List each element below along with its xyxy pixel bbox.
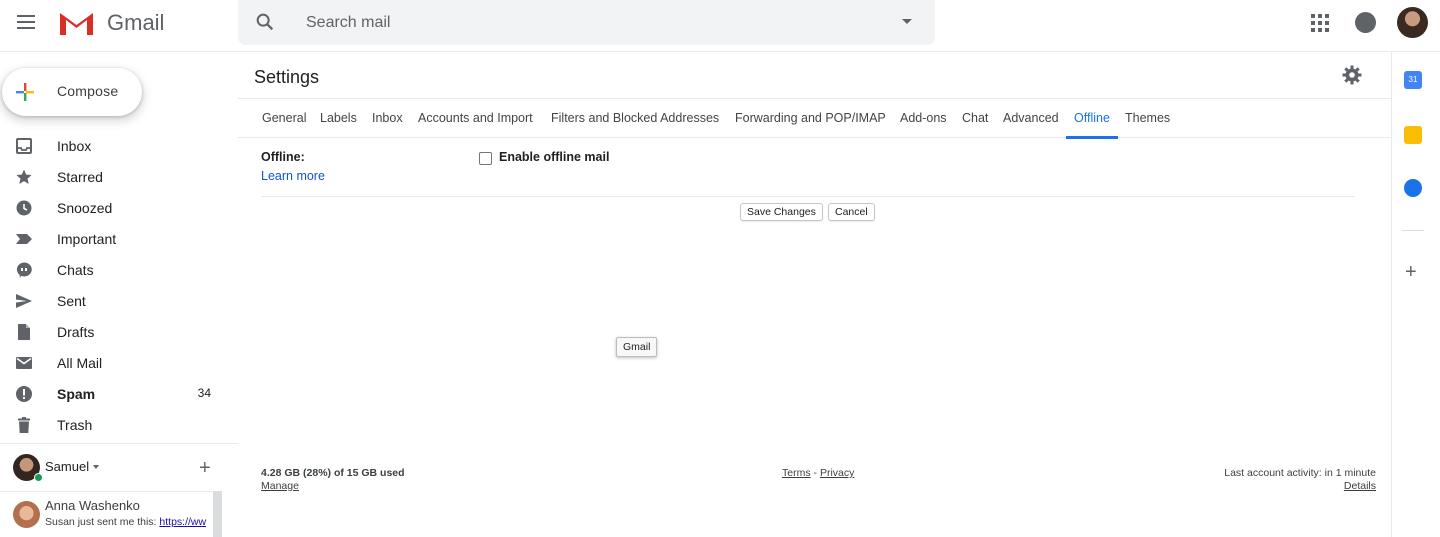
message-link[interactable]: https://ww (159, 516, 206, 528)
online-status-icon (34, 473, 43, 482)
last-account-activity: Last account activity: in 1 minute (1224, 467, 1376, 479)
tab-themes[interactable]: Themes (1117, 99, 1178, 138)
plus-icon (16, 83, 34, 101)
chat-icon (16, 262, 32, 278)
compose-button[interactable]: Compose (2, 68, 142, 116)
tab-add-ons[interactable]: Add-ons (892, 99, 955, 138)
page-title: Settings (254, 67, 320, 87)
tab-forwarding[interactable]: Forwarding and POP/IMAP (727, 99, 894, 138)
cancel-button[interactable]: Cancel (828, 203, 875, 221)
gmail-m-icon (60, 13, 93, 35)
sidebar-item-drafts[interactable]: Drafts (0, 316, 238, 347)
storage-usage: 4.28 GB (28%) of 15 GB used (261, 467, 405, 479)
side-panel-divider (1402, 230, 1424, 231)
hangouts-panel: Samuel + Anna Washenko Susan just sent m… (0, 443, 238, 537)
settings-tabs: General Labels Inbox Accounts and Import… (238, 98, 1391, 139)
enable-offline-label[interactable]: Enable offline mail (499, 150, 609, 164)
star-icon (16, 169, 32, 184)
tab-general[interactable]: General (254, 99, 314, 138)
sidebar-item-label: Spam (57, 386, 96, 402)
sidebar-item-label: Important (57, 231, 117, 247)
keep-icon[interactable] (1404, 126, 1422, 144)
footer-separator: - (810, 467, 820, 479)
compose-label: Compose (57, 83, 119, 99)
contact-avatar (13, 501, 40, 528)
contact-name: Anna Washenko (45, 498, 140, 513)
send-icon (16, 294, 32, 308)
tab-filters[interactable]: Filters and Blocked Addresses (543, 99, 727, 138)
tasks-icon[interactable] (1404, 179, 1422, 197)
inbox-icon (16, 138, 32, 154)
settings-main: Settings General Labels Inbox Accounts a… (238, 52, 1391, 537)
notifications-icon[interactable] (1355, 12, 1376, 33)
enable-offline-checkbox[interactable] (479, 152, 492, 165)
sidebar-item-label: Chats (57, 262, 94, 278)
contact-last-message: Susan just sent me this: https://ww (45, 516, 210, 528)
mail-icon (16, 357, 32, 369)
tab-labels[interactable]: Labels (312, 99, 365, 138)
gmail-logo[interactable]: Gmail (58, 8, 164, 38)
spam-icon (16, 386, 32, 402)
tab-accounts-and-import[interactable]: Accounts and Import (410, 99, 541, 138)
offline-setting-label: Offline: (261, 150, 305, 164)
google-apps-icon[interactable] (1311, 14, 1329, 32)
sidebar-item-label: Drafts (57, 324, 95, 340)
activity-details-link[interactable]: Details (1344, 480, 1376, 492)
important-icon (16, 234, 32, 244)
hangouts-user-name[interactable]: Samuel (45, 459, 89, 474)
sidebar-item-label: Trash (57, 417, 93, 433)
clock-icon (16, 200, 32, 216)
sidebar-item-snoozed[interactable]: Snoozed (0, 192, 238, 223)
sidebar-item-label: Inbox (57, 138, 92, 154)
sidebar-item-spam[interactable]: Spam 34 (0, 378, 238, 409)
sidebar-item-trash[interactable]: Trash (0, 409, 238, 440)
calendar-icon[interactable]: 31 (1404, 71, 1422, 89)
sidebar-item-all-mail[interactable]: All Mail (0, 347, 238, 378)
save-changes-button[interactable]: Save Changes (740, 203, 823, 221)
manage-storage-link[interactable]: Manage (261, 480, 299, 492)
search-options-icon[interactable] (902, 19, 912, 24)
trash-icon (18, 417, 30, 433)
spam-count: 34 (197, 386, 211, 400)
sidebar-item-chats[interactable]: Chats (0, 254, 238, 285)
search-icon[interactable] (254, 11, 276, 33)
gear-icon[interactable] (1342, 65, 1362, 85)
sidebar-item-sent[interactable]: Sent (0, 285, 238, 316)
terms-link[interactable]: Terms (782, 467, 811, 479)
tooltip: Gmail (616, 337, 658, 357)
learn-more-link[interactable]: Learn more (261, 169, 325, 183)
search-bar[interactable] (238, 0, 935, 45)
sidebar-item-label: Snoozed (57, 200, 113, 216)
top-bar: Gmail (0, 0, 1440, 52)
sidebar-item-inbox[interactable]: Inbox (0, 130, 238, 161)
privacy-link[interactable]: Privacy (820, 467, 854, 479)
tab-chat[interactable]: Chat (954, 99, 996, 138)
sidebar-nav: Inbox Starred Snoozed Important Chats Se… (0, 130, 238, 440)
search-input[interactable] (306, 0, 866, 45)
account-avatar[interactable] (1397, 7, 1428, 38)
sidebar-item-label: Sent (57, 293, 86, 309)
chevron-down-icon[interactable] (93, 465, 99, 469)
tab-inbox[interactable]: Inbox (364, 99, 411, 138)
side-panel: 31 + (1391, 52, 1440, 537)
storage-usage-text: 4.28 GB (28%) of 15 GB used (261, 467, 405, 479)
divider (261, 196, 1355, 197)
main-menu-button[interactable] (14, 10, 38, 34)
draft-icon (18, 324, 30, 340)
chat-list-item[interactable]: Anna Washenko Susan just sent me this: h… (0, 491, 212, 537)
footer-links: Terms - Privacy (782, 467, 854, 479)
message-text: Susan just sent me this: (45, 516, 160, 528)
tab-advanced[interactable]: Advanced (995, 99, 1067, 138)
app-name: Gmail (107, 10, 165, 35)
tab-offline[interactable]: Offline (1066, 99, 1118, 139)
sidebar-item-label: All Mail (57, 355, 103, 371)
chat-scrollbar[interactable] (213, 491, 222, 537)
get-add-ons-plus-icon[interactable]: + (1405, 262, 1417, 282)
sidebar-item-label: Starred (57, 169, 103, 185)
sidebar-item-starred[interactable]: Starred (0, 161, 238, 192)
sidebar-item-important[interactable]: Important (0, 223, 238, 254)
new-chat-plus-icon[interactable]: + (199, 458, 211, 478)
